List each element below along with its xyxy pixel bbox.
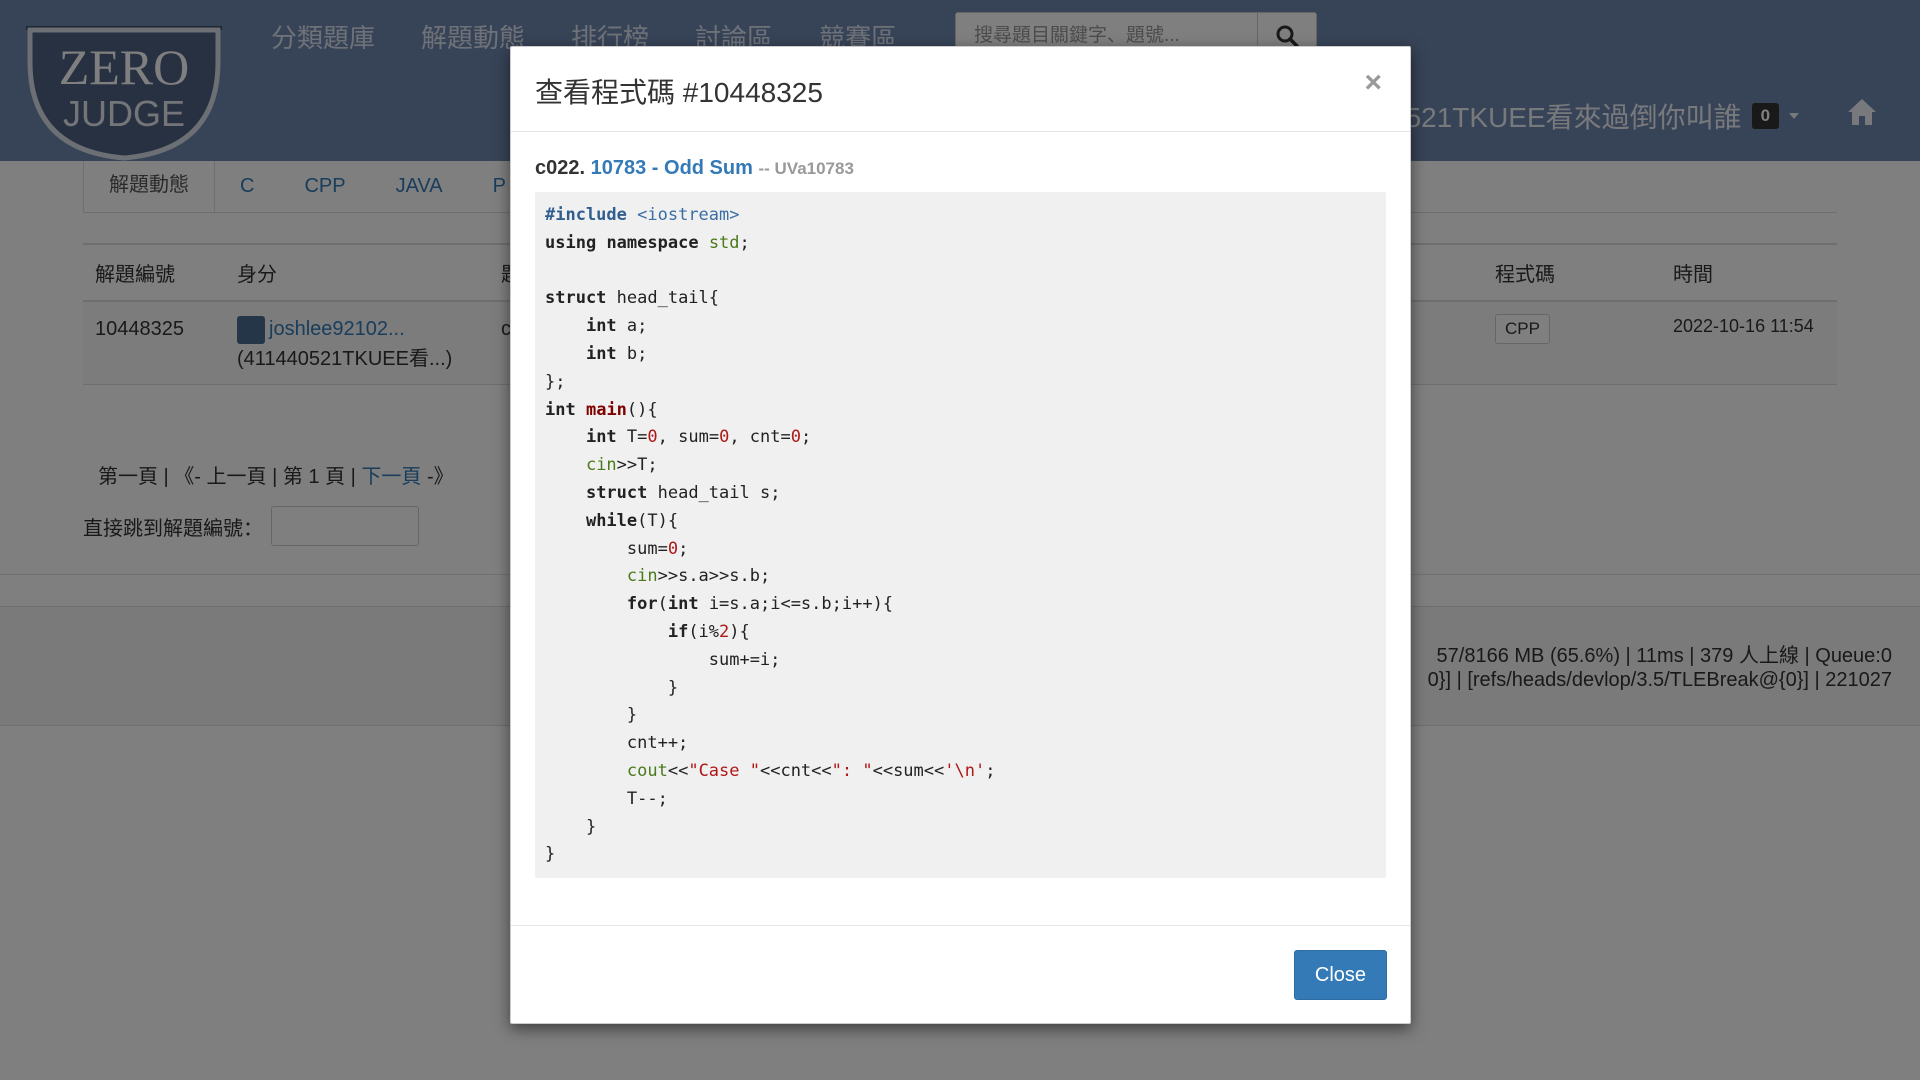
modal-title: 查看程式碼 #10448325 (535, 77, 823, 108)
code-line: int b; (585, 343, 648, 364)
code-line: if(i%2){ (667, 621, 750, 642)
code-line: struct head_tail{ (545, 288, 720, 309)
code-line: for(int i=s.a;i<=s.b;i++){ (626, 594, 894, 615)
problem-source: -- UVa10783 (758, 159, 854, 178)
source-code: #include <iostream> using namespace std;… (535, 192, 1386, 878)
code-modal: 查看程式碼 #10448325 × c022. 10783 - Odd Sum … (510, 46, 1411, 1024)
code-line: #include <iostream> (545, 205, 740, 225)
code-line: cin>>s.a>>s.b; (626, 566, 771, 587)
code-line: cin>>T; (585, 455, 658, 476)
modal-footer: Close (511, 925, 1410, 1024)
code-line: } (545, 705, 638, 726)
code-line: } (545, 844, 556, 865)
modal-header: 查看程式碼 #10448325 × (511, 47, 1410, 132)
code-line: } (545, 677, 679, 698)
code-line: sum=0; (545, 538, 689, 559)
code-line: cout<<"Case "<<cnt<<": "<<sum<<'\n'; (626, 760, 996, 781)
problem-title-link[interactable]: 10783 - Odd Sum (591, 157, 753, 179)
code-line: while(T){ (585, 510, 679, 531)
source-code-block[interactable]: #include <iostream> using namespace std;… (535, 192, 1386, 878)
code-line: struct head_tail s; (585, 482, 781, 503)
problem-heading: c022. 10783 - Odd Sum -- UVa10783 (535, 157, 854, 180)
close-icon[interactable]: × (1358, 65, 1388, 101)
code-line: sum+=i; (545, 649, 781, 670)
code-line: } (545, 816, 597, 837)
code-line: int main(){ (545, 399, 658, 420)
code-line: }; (545, 371, 566, 392)
code-line: T--; (545, 788, 668, 809)
code-line: using namespace std; (545, 232, 750, 253)
close-button[interactable]: Close (1294, 950, 1387, 1000)
code-line: cnt++; (545, 733, 689, 754)
code-line: int T=0, sum=0, cnt=0; (585, 427, 812, 448)
code-line: int a; (585, 316, 648, 337)
problem-code: c022. (535, 157, 586, 179)
